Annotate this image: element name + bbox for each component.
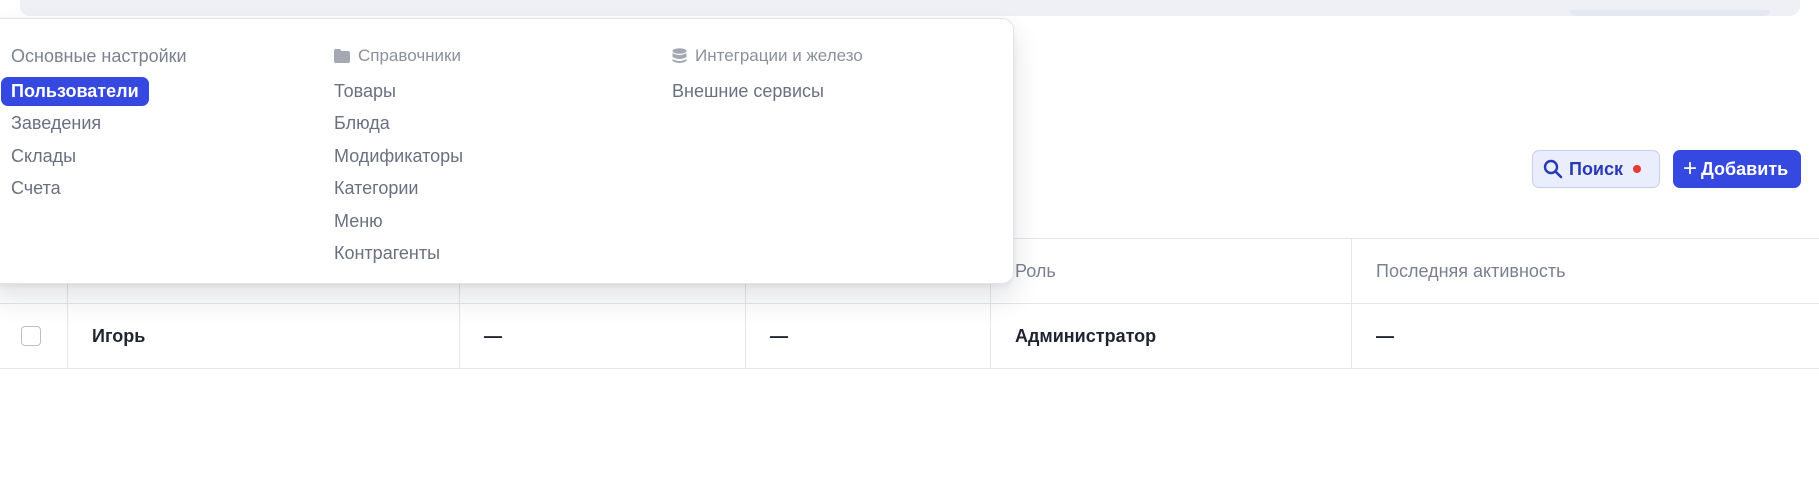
menu-item-label: Модификаторы [334,145,464,166]
row-checkbox[interactable] [21,326,41,346]
menu-section-title: Справочники [334,43,463,69]
menu-item-categories[interactable]: Категории [334,173,463,206]
menu-item-label: Внешние сервисы [672,80,824,101]
menu-item-label: Блюда [334,113,390,134]
user-name-cell: Игорь [92,325,146,346]
menu-item-counterparties[interactable]: Контрагенты [334,238,463,271]
menu-section-title: Основные настройки [11,45,187,66]
menu-item-users[interactable]: Пользователи [1,75,187,108]
menu-item-label: Склады [11,145,77,166]
folder-icon [334,49,350,63]
menu-item-label: Пользователи [1,76,149,106]
menu-item-menu[interactable]: Меню [334,205,463,238]
table-row[interactable]: Игорь — — Администратор — [0,304,1819,369]
search-active-indicator [1633,165,1641,173]
menu-item-label: Товары [334,80,396,101]
add-button[interactable]: + Добавить [1673,150,1801,188]
search-button[interactable]: Поиск [1532,150,1660,188]
add-button-label: Добавить [1701,158,1789,179]
last-activity-cell: — [1376,325,1394,346]
column-header-role[interactable]: Роль [990,239,1351,303]
menu-item-dishes[interactable]: Блюда [334,108,463,141]
menu-item-modifiers[interactable]: Модификаторы [334,140,463,173]
menu-section-main-settings: Основные настройки Пользователи Заведени… [1,43,187,206]
top-bar-accent [1570,10,1770,16]
top-bar [20,0,1800,16]
toolbar: Поиск + Добавить [1532,150,1801,188]
table-cell: — [770,325,788,346]
user-role-cell: Администратор [1015,325,1157,346]
menu-item-label: Меню [334,210,383,231]
menu-item-venues[interactable]: Заведения [11,108,187,141]
plus-icon: + [1683,155,1698,182]
menu-item-goods[interactable]: Товары [334,75,463,108]
menu-section-title: Интеграции и железо [672,43,863,69]
search-icon [1543,159,1563,179]
menu-item-label: Категории [334,178,419,199]
menu-section-title-text: Интеграции и железо [695,46,863,65]
menu-item-label: Заведения [11,113,102,134]
menu-item-accounts[interactable]: Счета [11,173,187,206]
row-select-cell [0,304,67,368]
menu-item-external-services[interactable]: Внешние сервисы [672,75,863,108]
menu-item-label: Счета [11,178,61,199]
column-header-last-activity[interactable]: Последняя активность [1351,239,1819,303]
page: Поиск + Добавить Роль Последняя активнос… [0,0,1819,485]
menu-section-integrations: Интеграции и железо Внешние сервисы [672,43,863,108]
table-cell: — [484,325,502,346]
database-icon [672,48,687,63]
menu-section-directories: Справочники Товары Блюда Модификаторы Ка… [334,43,463,270]
menu-section-title-text: Справочники [358,46,461,65]
menu-item-warehouses[interactable]: Склады [11,140,187,173]
settings-dropdown-menu: Основные настройки Пользователи Заведени… [0,18,1014,284]
menu-item-label: Контрагенты [334,243,441,264]
search-button-label: Поиск [1569,158,1624,179]
